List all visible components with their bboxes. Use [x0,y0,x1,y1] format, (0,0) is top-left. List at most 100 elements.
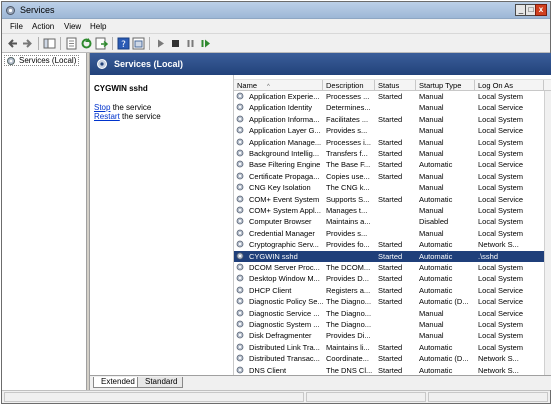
export-list-icon[interactable] [95,37,108,50]
table-row[interactable]: DHCP Client Registers a... Started Automati… [234,285,551,296]
table-row[interactable]: Diagnostic Policy Se... The Diagno... Star… [234,296,551,307]
table-row[interactable]: COM+ System Appl... Manages t... Manual Loc… [234,205,551,216]
refresh-icon[interactable] [80,37,93,50]
table-row[interactable]: Disk Defragmenter Provides Di... Manual Loc… [234,330,551,341]
service-startup-type-cell: Manual [419,183,444,193]
up-level-icon[interactable] [43,37,56,50]
service-gear-icon [236,115,244,126]
table-row[interactable]: Application Informa... Facilitates ... Sta… [234,114,551,125]
tree-item-services-local[interactable]: Services (Local) [4,55,80,66]
service-description-cell: The DCOM... [326,263,371,272]
service-logon-cell: Network S... [478,365,519,375]
restart-service-link[interactable]: Restart [94,112,120,121]
service-name-cell: Diagnostic System ... [249,320,320,329]
service-gear-icon [236,274,244,285]
table-row[interactable]: Application Layer G... Provides s... Manua… [234,125,551,136]
table-row[interactable]: Desktop Window M... Provides D... Started A… [234,273,551,284]
service-gear-icon [236,320,244,331]
table-row[interactable]: CNG Key Isolation The CNG k... Manual Local… [234,182,551,193]
table-row[interactable]: Diagnostic System ... The Diagno... Manual… [234,319,551,330]
table-row[interactable]: DCOM Server Proc... The DCOM... Started Aut… [234,262,551,273]
service-status-cell: Started [378,92,403,101]
service-description-panel: CYGWIN sshd Stop the service Restart the… [90,75,233,375]
table-row[interactable]: Background Intellig... Transfers f... Star… [234,148,551,159]
show-hide-tree-icon[interactable] [65,37,78,50]
table-row[interactable]: COM+ Event System Supports S... Started Aut… [234,194,551,205]
service-description-cell: Manages t... [326,206,368,215]
pane-header: Services (Local) [90,53,551,75]
tree-item-label: Services (Local) [19,56,77,65]
table-row[interactable]: Distributed Link Tra... Maintains li... St… [234,342,551,353]
service-description-cell: The Diagno... [326,320,372,329]
table-row[interactable]: Cryptographic Serv... Provides fo... Start… [234,239,551,250]
start-icon[interactable] [154,37,167,50]
service-logon-cell: Local Service [478,160,524,170]
menu-action[interactable]: Action [32,22,54,31]
service-name-cell: DCOM Server Proc... [249,263,320,272]
table-row[interactable]: Base Filtering Engine The Base F... Starte… [234,159,551,170]
service-status-cell [375,205,416,216]
service-startup-type-cell: Automatic [419,342,453,352]
title-bar[interactable]: Services _ □ x [2,2,550,19]
tab-extended[interactable]: Extended [93,377,141,388]
service-gear-icon [236,183,244,194]
service-startup-type-cell: Manual [419,92,444,101]
service-logon-cell: Local Service [478,103,524,113]
service-description-cell: Provides fo... [326,240,370,250]
column-header-name[interactable]: Name ^ [234,80,323,91]
service-logon-cell: Local System [478,217,524,227]
stop-icon[interactable] [169,37,182,50]
service-gear-icon [236,286,244,297]
menu-file[interactable]: File [10,22,23,31]
tab-standard[interactable]: Standard [137,377,184,388]
table-row-selected[interactable]: CYGWIN sshd Started Automatic .\sshd [234,250,551,262]
service-logon-cell: Local System [478,263,524,272]
table-row[interactable]: Application Experie... Processes ... Start… [234,91,551,102]
column-header-description[interactable]: Description [323,80,375,91]
services-window: Services _ □ x File Action View Help ? S… [1,1,551,404]
restart-icon[interactable] [199,37,212,50]
list-header: Name ^ Description Status Startup Type Lo… [234,79,551,91]
service-logon-cell: Local Service [478,308,524,318]
service-status-cell: Started [378,354,403,364]
service-logon-cell: Local Service [478,297,524,307]
service-gear-icon [236,263,244,274]
table-row[interactable]: DNS Client The DNS Cl... Started Automatic N… [234,365,551,375]
table-row[interactable]: Diagnostic Service ... The Diagno... Manua… [234,308,551,319]
status-bar [2,390,550,403]
service-logon-cell: Local Service [478,285,524,295]
service-description-cell: Processes i... [326,137,372,147]
service-startup-type-cell: Manual [419,320,444,329]
column-header-status[interactable]: Status [375,80,416,91]
toolbar-separator [112,37,113,50]
menu-help[interactable]: Help [90,22,106,31]
service-startup-type-cell: Automatic [419,194,453,204]
toolbar: ? [2,34,550,53]
vertical-scrollbar[interactable] [544,91,551,375]
view-tabs: Extended Standard [90,375,551,390]
service-name-cell: Application Experie... [249,92,320,101]
menu-view[interactable]: View [64,22,81,31]
table-row[interactable]: Distributed Transac... Coordinate... Start… [234,353,551,364]
service-logon-cell: .\sshd [478,251,499,261]
service-gear-icon [236,217,244,228]
table-row[interactable]: Computer Browser Maintains a... Disabled Lo… [234,216,551,227]
forward-arrow-icon[interactable] [21,37,34,50]
column-header-startup-type[interactable]: Startup Type [416,80,475,91]
stop-service-link[interactable]: Stop [94,103,110,112]
service-logon-cell: Local System [478,274,524,284]
service-gear-icon [236,172,244,183]
table-row[interactable]: Credential Manager Provides s... Manual Loc… [234,228,551,239]
table-row[interactable]: Application Manage... Processes i... Start… [234,137,551,148]
help-icon[interactable]: ? [117,37,130,50]
table-row[interactable]: Application Identity Determines... Manual L… [234,102,551,113]
service-status-cell: Started [378,160,403,170]
details-pane: Services (Local) CYGWIN sshd Stop the se… [89,53,551,390]
pause-icon[interactable] [184,37,197,50]
properties-icon[interactable] [132,37,145,50]
service-logon-cell: Local Service [478,126,524,136]
close-button[interactable]: x [535,4,547,16]
back-arrow-icon[interactable] [6,37,19,50]
table-row[interactable]: Certificate Propaga... Copies use... Start… [234,171,551,182]
column-header-log-on-as[interactable]: Log On As [475,80,544,91]
